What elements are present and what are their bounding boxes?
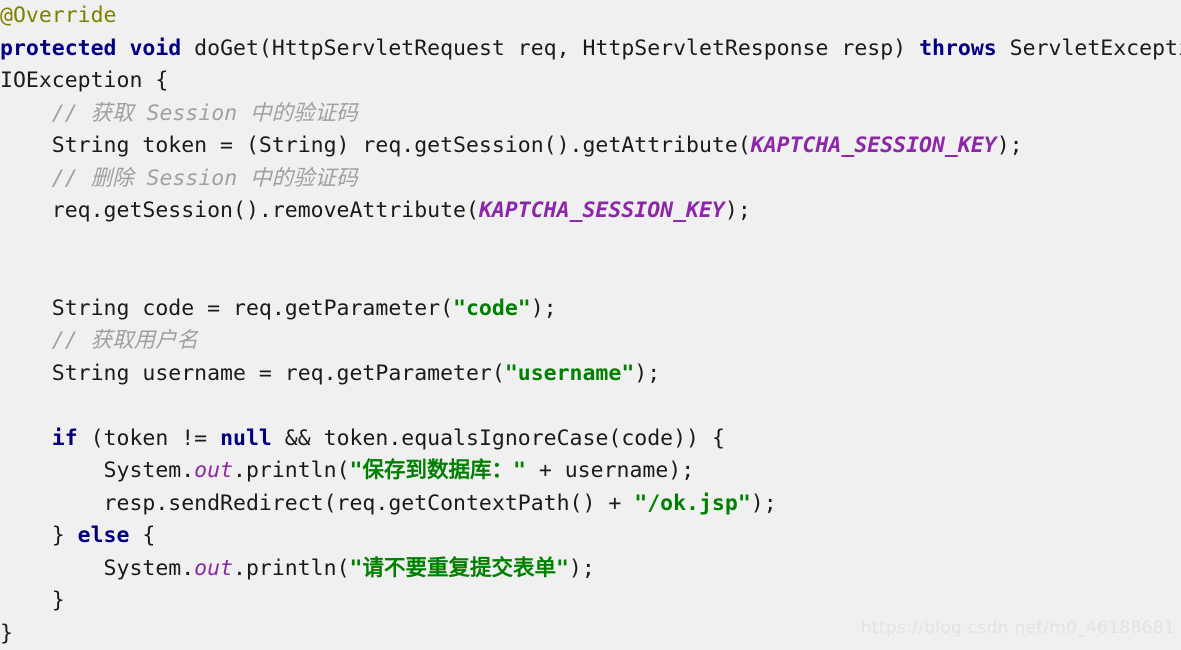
code-token-annot: @Override (0, 3, 117, 28)
code-token-plain (0, 101, 52, 126)
code-line: // 获取用户名 (0, 325, 1181, 358)
code-token-string: "code" (453, 296, 531, 321)
code-token-plain: System. (0, 556, 194, 581)
code-token-string: "/ok.jsp" (634, 491, 751, 516)
code-block[interactable]: @Override protected void doGet(HttpServle… (0, 0, 1181, 650)
code-token-field: out (194, 556, 233, 581)
code-token-plain (0, 166, 52, 191)
code-line: System.out.println("请不要重复提交表单"); (0, 553, 1181, 586)
code-token-plain: String username = req.getParameter( (0, 361, 505, 386)
code-token-plain: doGet(HttpServletRequest req, HttpServle… (181, 36, 919, 61)
code-line: if (token != null && token.equalsIgnoreC… (0, 423, 1181, 456)
code-token-plain: IOException { (0, 68, 168, 93)
code-line: } (0, 585, 1181, 618)
code-line: resp.sendRedirect(req.getContextPath() +… (0, 488, 1181, 521)
watermark-text: https://blog.csdn.net/m0_46188681 (861, 618, 1175, 638)
code-token-static: KAPTCHA_SESSION_KEY (479, 198, 725, 223)
code-token-plain (0, 328, 52, 353)
code-token-comment: // 删除 Session 中的验证码 (52, 166, 358, 191)
code-token-plain: ); (531, 296, 557, 321)
code-token-plain: } (0, 621, 13, 646)
code-token-keyword: else (78, 523, 130, 548)
code-token-plain: ); (634, 361, 660, 386)
code-token-plain: System. (0, 458, 194, 483)
code-token-plain: String code = req.getParameter( (0, 296, 453, 321)
code-token-plain: ); (725, 198, 751, 223)
code-token-keyword: if (52, 426, 78, 451)
code-line: IOException { (0, 65, 1181, 98)
code-line (0, 390, 1181, 423)
code-token-plain: String token = (String) req.getSession()… (0, 133, 751, 158)
code-token-plain: ); (751, 491, 777, 516)
code-line: protected void doGet(HttpServletRequest … (0, 33, 1181, 66)
code-token-plain: ); (997, 133, 1023, 158)
code-token-plain: } (0, 588, 65, 613)
code-line: req.getSession().removeAttribute(KAPTCHA… (0, 195, 1181, 228)
code-token-comment: // 获取用户名 (52, 328, 198, 353)
code-token-comment: // 获取 Session 中的验证码 (52, 101, 358, 126)
code-line: String username = req.getParameter("user… (0, 358, 1181, 391)
code-line: @Override (0, 0, 1181, 33)
code-token-plain: + username); (526, 458, 694, 483)
code-token-plain: ServletException, (997, 36, 1181, 61)
code-token-plain: } (0, 523, 78, 548)
code-line: // 删除 Session 中的验证码 (0, 163, 1181, 196)
code-token-keyword: protected (0, 36, 117, 61)
code-token-plain: req.getSession().removeAttribute( (0, 198, 479, 223)
code-token-string: "username" (505, 361, 634, 386)
code-line: // 获取 Session 中的验证码 (0, 98, 1181, 131)
code-line (0, 228, 1181, 261)
code-line: } else { (0, 520, 1181, 553)
code-token-plain: .println( (233, 458, 350, 483)
code-token-keyword: null (220, 426, 272, 451)
code-token-plain (117, 36, 130, 61)
code-token-static: KAPTCHA_SESSION_KEY (751, 133, 997, 158)
code-line: String token = (String) req.getSession()… (0, 130, 1181, 163)
code-token-plain: { (129, 523, 155, 548)
code-token-keyword: void (129, 36, 181, 61)
code-token-plain (0, 426, 52, 451)
code-token-string: "请不要重复提交表单" (350, 556, 569, 581)
code-line: String code = req.getParameter("code"); (0, 293, 1181, 326)
code-line: System.out.println("保存到数据库：" + username)… (0, 455, 1181, 488)
code-token-plain: && token.equalsIgnoreCase(code)) { (272, 426, 725, 451)
code-token-plain: .println( (233, 556, 350, 581)
code-token-plain: ); (569, 556, 595, 581)
code-token-field: out (194, 458, 233, 483)
code-line (0, 260, 1181, 293)
code-token-keyword: throws (919, 36, 997, 61)
code-token-string: "保存到数据库：" (350, 458, 526, 483)
code-token-plain: resp.sendRedirect(req.getContextPath() + (0, 491, 634, 516)
code-token-plain: (token != (78, 426, 220, 451)
code-viewer[interactable]: @Override protected void doGet(HttpServle… (0, 0, 1181, 644)
